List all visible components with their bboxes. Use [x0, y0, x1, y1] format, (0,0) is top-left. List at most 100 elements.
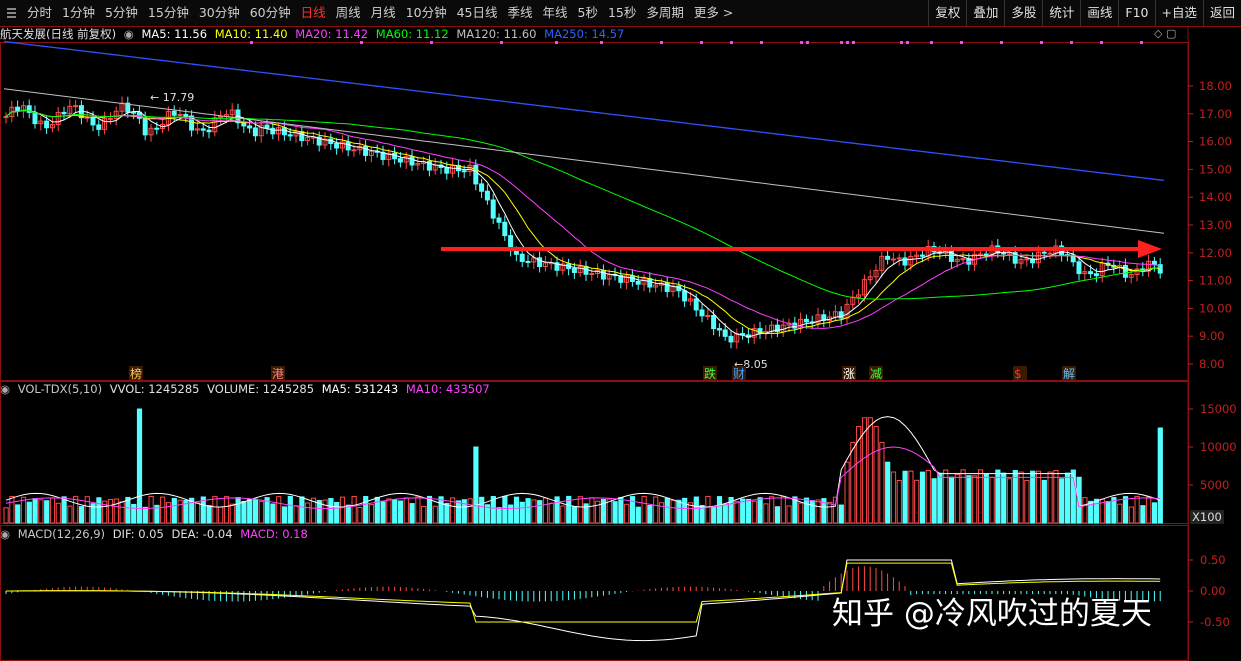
volume-bar — [67, 505, 73, 524]
candle — [270, 127, 276, 135]
volume-bar — [421, 505, 427, 524]
candle — [716, 328, 722, 331]
volume-bar — [160, 496, 166, 524]
volume-bar — [711, 506, 717, 524]
candle — [571, 268, 577, 273]
stock-chart[interactable]: 18.00 17.00 16.00 15.00 14.00 13.00 12.00 11.00… — [0, 0, 1241, 661]
volume-bar — [879, 441, 885, 524]
candle — [647, 278, 653, 288]
volume-bar — [415, 496, 421, 524]
volume-bar — [479, 496, 485, 524]
event-dot — [1040, 41, 1043, 44]
candle — [44, 120, 50, 129]
price-tick-label: 8.00 — [1199, 357, 1225, 371]
vol-tick-label: 10000 — [1200, 440, 1237, 454]
macd-tick-label: 0.50 — [1200, 553, 1226, 567]
candle — [15, 106, 21, 112]
volume-bar — [1117, 503, 1123, 524]
volume-bar — [948, 476, 955, 524]
candle — [600, 269, 606, 280]
volume-bar — [281, 506, 288, 524]
candle — [200, 128, 206, 131]
volume-bar — [276, 496, 282, 524]
candle — [490, 199, 496, 219]
event-dot — [500, 41, 503, 44]
candle — [983, 253, 989, 256]
volume-bar — [670, 499, 676, 524]
candle — [397, 158, 403, 163]
volume-bar — [61, 496, 67, 524]
candle — [32, 111, 38, 125]
candle — [473, 164, 479, 185]
event-dot — [1070, 41, 1073, 44]
candle — [502, 221, 508, 237]
volume-bar — [432, 505, 438, 524]
event-dot — [555, 41, 558, 44]
volume-bar — [873, 426, 879, 524]
volume-bar — [3, 507, 9, 524]
candle — [977, 253, 983, 256]
ma60-line — [5, 109, 1161, 300]
volume-bar — [815, 499, 821, 524]
volume-bar — [966, 475, 972, 524]
event-dot — [846, 41, 849, 44]
volume-bar — [919, 471, 926, 524]
event-dot — [1100, 41, 1103, 44]
candle — [131, 111, 137, 114]
volume-bar — [925, 469, 931, 524]
volume-bar — [995, 469, 1001, 524]
candle — [247, 125, 253, 129]
volume-bar — [206, 505, 212, 524]
volume-bar — [1041, 479, 1047, 524]
volume-bar — [136, 408, 143, 524]
volume-bar — [1006, 478, 1013, 524]
candle — [1047, 252, 1053, 255]
watermark: 知乎 @冷风吹过的夏天 — [832, 596, 1152, 632]
candle — [1001, 252, 1007, 255]
candle — [1093, 273, 1099, 277]
volume-bar — [351, 495, 357, 524]
volume-bar — [334, 501, 340, 524]
candle — [252, 127, 258, 137]
volume-bar — [856, 426, 862, 524]
event-dot — [760, 41, 763, 44]
volume-bar — [473, 446, 479, 524]
volume-bar — [943, 469, 949, 524]
volume-bar — [9, 495, 15, 524]
ma250-line — [3, 40, 1165, 182]
volume-bar — [890, 471, 897, 524]
event-marker: 涨 — [843, 366, 855, 381]
volume-bar — [937, 472, 943, 524]
candle — [409, 156, 415, 166]
volume-bar — [380, 501, 386, 524]
candle — [3, 116, 9, 119]
price-tick-label: 11.00 — [1199, 274, 1232, 288]
candle — [902, 257, 908, 266]
price-tick-label: 18.00 — [1199, 79, 1232, 93]
candle — [711, 315, 717, 330]
volume-bar — [722, 503, 728, 524]
volume-bar — [508, 504, 514, 524]
volume-bar — [438, 496, 444, 524]
volume-bar — [780, 495, 786, 524]
volume-bar — [682, 497, 688, 524]
volume-bar — [171, 497, 177, 524]
event-dot — [840, 41, 843, 44]
event-marker: 跌 — [704, 366, 716, 381]
vol-tick-label: 15000 — [1200, 402, 1237, 416]
volume-bar — [902, 470, 908, 524]
volume-bar — [32, 498, 38, 524]
candle — [513, 250, 519, 255]
candle — [206, 129, 212, 133]
volume-bar — [96, 497, 102, 524]
candle — [496, 217, 502, 223]
volume-bar — [577, 496, 583, 524]
volume-bar — [287, 495, 293, 524]
trend-arrow-head — [1138, 240, 1162, 258]
volume-bar — [850, 441, 856, 524]
volume-bar — [1140, 505, 1146, 524]
volume-bar — [885, 461, 891, 524]
candle — [1076, 261, 1082, 275]
volume-bar — [165, 502, 172, 524]
event-dot — [906, 41, 909, 44]
